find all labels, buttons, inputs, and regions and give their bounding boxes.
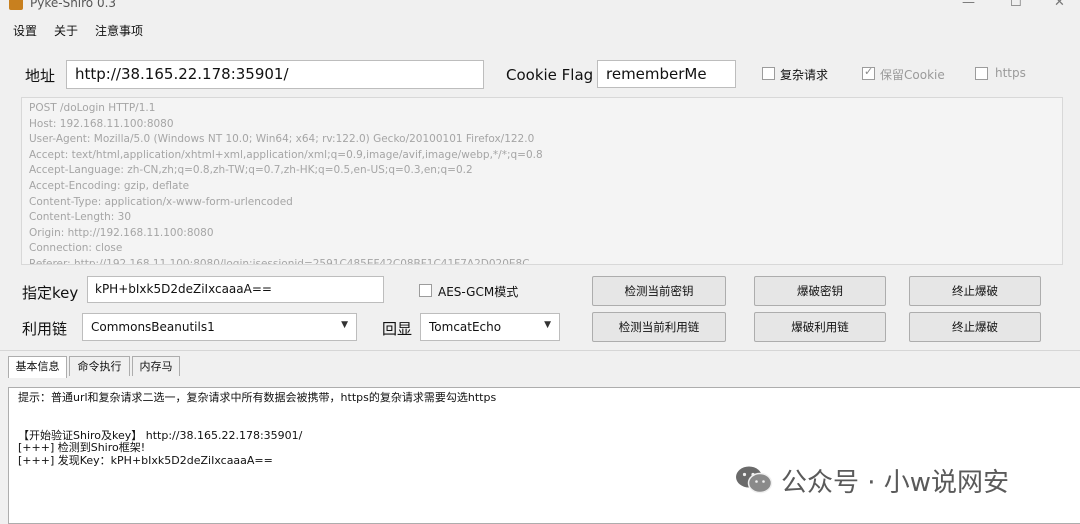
cookie-flag-label: Cookie Flag — [506, 66, 594, 84]
brute-force-chain-button[interactable]: 爆破利用链 — [754, 312, 886, 342]
close-icon[interactable]: ✕ — [1054, 0, 1065, 10]
chain-select[interactable]: CommonsBeanutils1 ▼ — [82, 313, 357, 341]
request-line: Referer: http://192.168.11.100:8080/logi… — [29, 257, 530, 265]
echo-select[interactable]: TomcatEcho ▼ — [420, 313, 560, 341]
raw-request-textarea[interactable]: POST /doLogin HTTP/1.1 Host: 192.168.11.1… — [21, 97, 1063, 265]
chain-label: 利用链 — [22, 320, 68, 338]
menu-settings[interactable]: 设置 — [13, 22, 37, 39]
echo-label: 回显 — [382, 320, 413, 338]
cookie-flag-input[interactable]: rememberMe — [597, 60, 736, 88]
chain-select-value: CommonsBeanutils1 — [91, 320, 215, 334]
key-input[interactable]: kPH+bIxk5D2deZiIxcaaaA== — [87, 276, 384, 303]
request-line: Content-Length: 30 — [29, 211, 132, 224]
request-line: Accept-Language: zh-CN,zh;q=0.8,zh-TW;q=… — [29, 164, 473, 177]
complex-request-label: 复杂请求 — [780, 68, 829, 82]
minimize-icon[interactable]: — — [962, 0, 975, 10]
request-line: Origin: http://192.168.11.100:8080 — [29, 226, 214, 239]
stop-chain-brute-force-button[interactable]: 终止爆破 — [909, 312, 1041, 342]
aes-gcm-checkbox[interactable] — [419, 284, 432, 297]
aes-gcm-label: AES-GCM模式 — [438, 285, 519, 299]
output-line: 提示：普通url和复杂请求二选一，复杂请求中所有数据会被携带，https的复杂请… — [18, 391, 497, 404]
check-current-chain-button[interactable]: 检测当前利用链 — [592, 312, 726, 342]
complex-request-checkbox[interactable] — [762, 67, 775, 80]
menu-bar: 设置 关于 注意事项 — [0, 16, 1080, 44]
app-icon — [9, 0, 23, 10]
maximize-icon[interactable]: ☐ — [1010, 0, 1022, 10]
stop-key-brute-force-button[interactable]: 终止爆破 — [909, 276, 1041, 306]
request-line: User-Agent: Mozilla/5.0 (Windows NT 10.0… — [29, 133, 535, 146]
chevron-down-icon: ▼ — [341, 320, 348, 330]
https-checkbox[interactable] — [975, 67, 988, 80]
request-line: Connection: close — [29, 242, 123, 255]
check-current-key-button[interactable]: 检测当前密钥 — [592, 276, 726, 306]
output-log[interactable]: 提示：普通url和复杂请求二选一，复杂请求中所有数据会被携带，https的复杂请… — [8, 387, 1080, 524]
menu-notes[interactable]: 注意事项 — [95, 22, 143, 39]
request-line: Host: 192.168.11.100:8080 — [29, 117, 174, 130]
request-line: Accept-Encoding: gzip, deflate — [29, 179, 190, 192]
keep-cookie-label: 保留Cookie — [880, 68, 945, 82]
watermark-text: 公众号 · 小w说网安 — [781, 468, 1010, 498]
address-label: 地址 — [25, 67, 56, 85]
request-line: Accept: text/html,application/xhtml+xml,… — [29, 148, 543, 161]
wechat-icon — [735, 465, 773, 502]
keep-cookie-checkbox[interactable] — [862, 65, 875, 80]
tab-command-exec[interactable]: 命令执行 — [69, 356, 130, 376]
tab-basic-info[interactable]: 基本信息 — [8, 356, 67, 378]
menu-about[interactable]: 关于 — [54, 22, 78, 39]
tab-memory-shell[interactable]: 内存马 — [132, 356, 180, 376]
request-line: POST /doLogin HTTP/1.1 — [29, 102, 156, 114]
title-bar: Pyke-Shiro 0.3 — ☐ ✕ — [0, 0, 1080, 14]
request-line: Content-Type: application/x-www-form-url… — [29, 195, 293, 208]
window-title: Pyke-Shiro 0.3 — [30, 0, 117, 10]
brute-force-key-button[interactable]: 爆破密钥 — [754, 276, 886, 306]
address-input[interactable]: http://38.165.22.178:35901/ — [66, 60, 484, 89]
watermark: 公众号 · 小w说网安 — [735, 462, 1009, 502]
https-label: https — [995, 66, 1026, 80]
key-label: 指定key — [22, 284, 79, 302]
chevron-down-icon: ▼ — [544, 320, 551, 330]
echo-select-value: TomcatEcho — [429, 320, 502, 334]
divider — [0, 350, 1080, 351]
output-line: 【开始验证Shiro及key】 http://38.165.22.178:359… — [18, 428, 303, 442]
